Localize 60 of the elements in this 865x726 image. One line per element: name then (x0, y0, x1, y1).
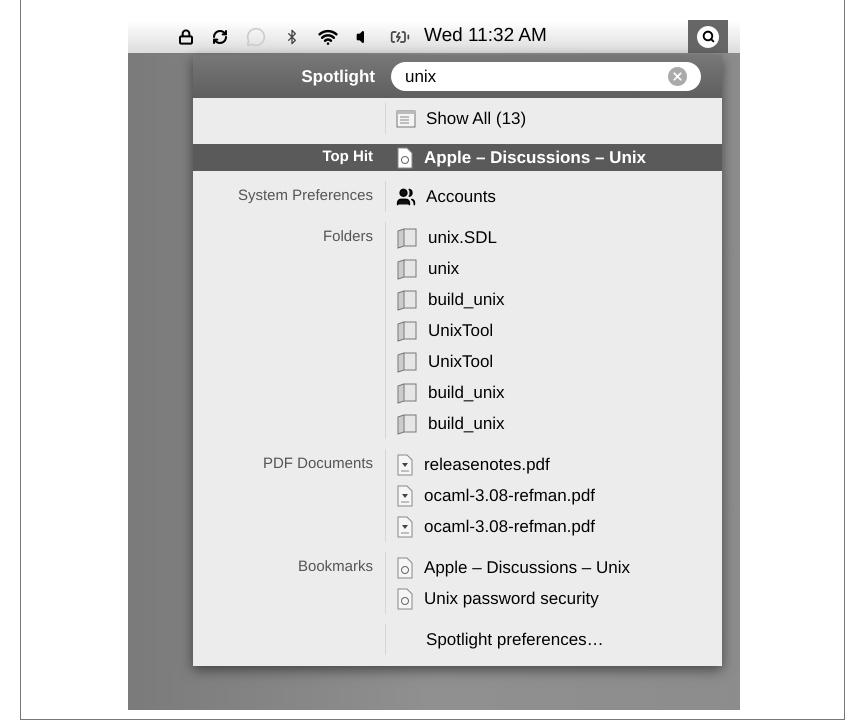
result-row[interactable]: Folders unix.SDL (193, 222, 722, 253)
folder-icon (396, 258, 418, 280)
result-row[interactable]: Show All (13) (193, 103, 722, 134)
result-label: Unix password security (424, 588, 599, 610)
result-label: build_unix (428, 382, 505, 404)
category-label: Top Hit (322, 147, 373, 168)
folder-icon (396, 226, 418, 248)
result-row[interactable]: unix (193, 253, 722, 284)
category-label: System Preferences (238, 186, 373, 206)
result-label: ocaml-3.08-refman.pdf (424, 516, 596, 538)
result-row[interactable]: Unix password security (193, 583, 722, 614)
result-label: build_unix (428, 412, 505, 435)
folder-icon (396, 320, 418, 342)
lock-icon[interactable] (178, 28, 194, 44)
document-icon (396, 556, 414, 578)
people-icon (396, 186, 416, 206)
document-icon (396, 588, 414, 610)
result-label: Spotlight preferences… (426, 628, 604, 651)
result-row[interactable]: PDF Documents releasenotes.pdf (193, 449, 722, 480)
search-icon (702, 30, 714, 43)
pdf-document-icon (396, 484, 414, 506)
folder-icon (396, 382, 418, 404)
category-label: Folders (322, 227, 373, 248)
folder-icon (396, 350, 418, 372)
result-label: Apple – Discussions – Unix (424, 556, 630, 579)
result-label: unix.SDL (428, 226, 497, 249)
result-row[interactable]: ocaml-3.08-refman.pdf (193, 480, 722, 511)
sync-icon[interactable] (212, 28, 228, 44)
document-icon (396, 146, 414, 168)
result-row[interactable]: Spotlight preferences… (193, 624, 722, 655)
result-label: ocaml-3.08-refman.pdf (424, 484, 596, 507)
spotlight-menu-button[interactable] (688, 20, 728, 53)
list-window-icon (396, 108, 416, 128)
result-row[interactable]: build_unix (193, 408, 722, 439)
result-label: unix (428, 258, 460, 280)
result-row[interactable]: UnixTool (193, 315, 722, 346)
result-row[interactable]: build_unix (193, 284, 722, 315)
result-label: Apple – Discussions – Unix (424, 146, 646, 169)
result-row[interactable]: Top Hit Apple – Discussions – Unix (193, 144, 722, 171)
result-label: build_unix (428, 288, 505, 311)
spotlight-title: Spotlight (300, 66, 375, 88)
result-label: UnixTool (428, 320, 494, 342)
folder-icon (396, 412, 418, 434)
result-label: releasenotes.pdf (424, 454, 550, 476)
result-label: Accounts (426, 186, 496, 208)
category-label: Bookmarks (298, 557, 373, 578)
result-row[interactable]: UnixTool (193, 346, 722, 377)
result-label: UnixTool (428, 350, 494, 373)
result-label: Show All (13) (426, 108, 526, 130)
result-row[interactable]: build_unix (193, 377, 722, 408)
result-row[interactable]: Bookmarks Apple – Discussions – Unix (193, 552, 722, 583)
folder-icon (396, 288, 418, 310)
category-label: PDF Documents (262, 454, 373, 474)
pdf-document-icon (396, 516, 414, 538)
search-field[interactable]: unix (391, 62, 701, 91)
result-row[interactable]: System Preferences Accounts (193, 181, 722, 212)
pdf-document-icon (396, 454, 414, 476)
close-icon (671, 70, 684, 83)
clock[interactable]: Wed 11:32 AM (424, 22, 547, 51)
result-row[interactable]: ocaml-3.08-refman.pdf (193, 511, 722, 542)
